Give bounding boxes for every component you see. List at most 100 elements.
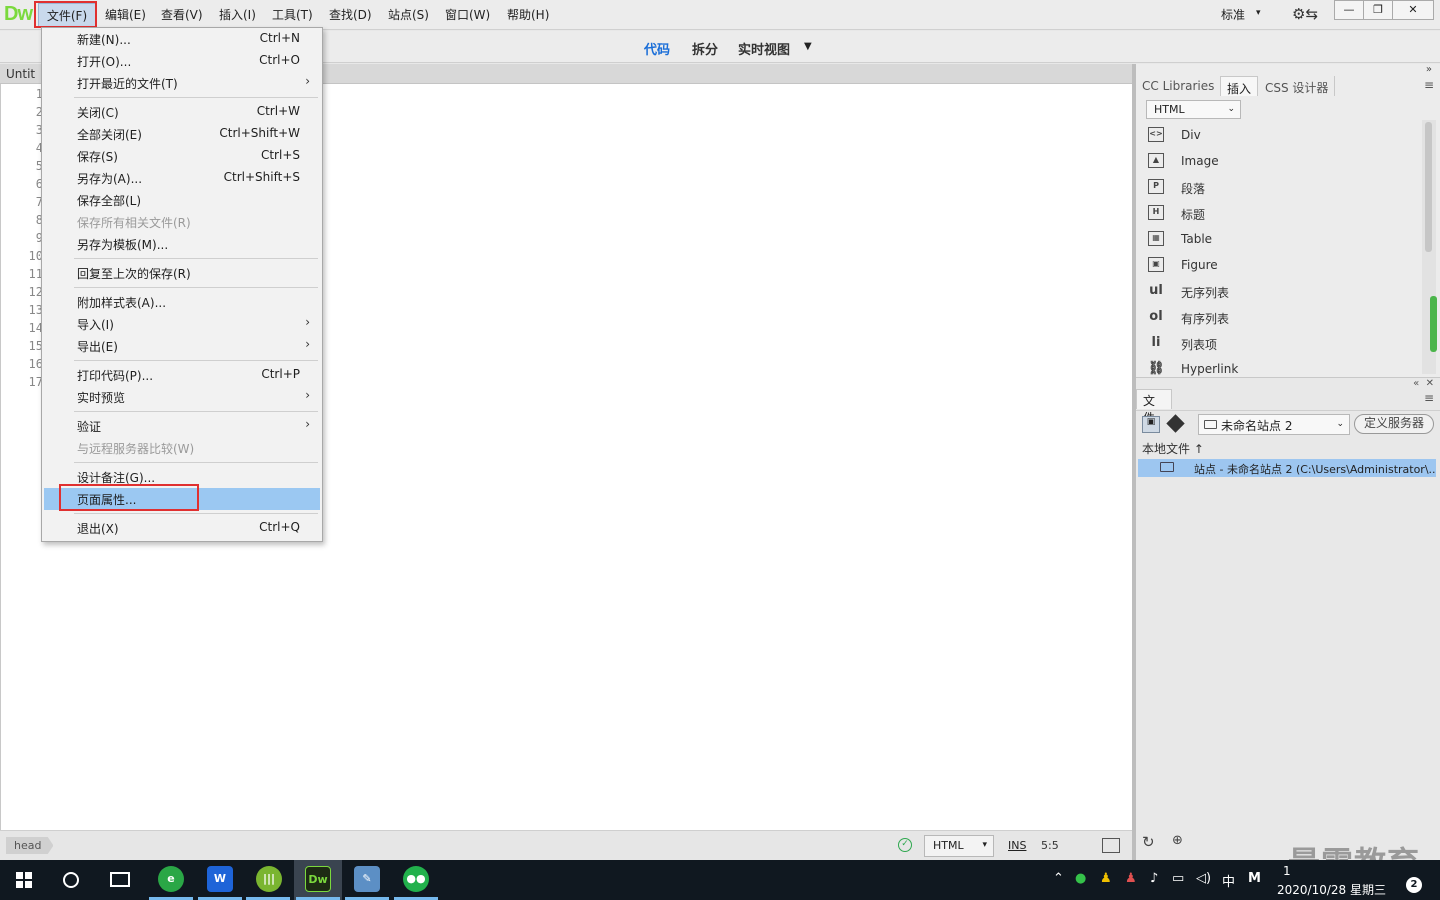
local-files-label[interactable]: 本地文件 ↑ bbox=[1142, 440, 1204, 457]
file-menu-item[interactable]: 退出(X) Ctrl+Q bbox=[44, 517, 320, 539]
file-menu-item[interactable]: 回复至上次的保存(R) bbox=[44, 262, 320, 284]
menu-tools[interactable]: 工具(T) bbox=[272, 6, 313, 23]
site-select[interactable]: 未命名站点 2 ⌄ bbox=[1198, 414, 1350, 435]
qq-tray-icon-2[interactable]: ♟ bbox=[1125, 871, 1137, 886]
insert-item[interactable]: ▲ Image bbox=[1148, 150, 1418, 174]
document-tab[interactable]: Untit bbox=[6, 67, 35, 81]
search-icon[interactable] bbox=[63, 872, 79, 888]
menu-separator bbox=[74, 97, 318, 98]
menu-insert[interactable]: 插入(I) bbox=[219, 6, 256, 23]
volume-icon[interactable]: ◁) bbox=[1196, 871, 1211, 886]
insert-item[interactable]: P 段落 bbox=[1148, 176, 1418, 200]
tab-cc-libraries[interactable]: CC Libraries bbox=[1136, 76, 1222, 96]
file-menu-item[interactable]: 新建(N)... Ctrl+N bbox=[44, 28, 320, 50]
file-menu-item[interactable]: 打印代码(P)... Ctrl+P bbox=[44, 364, 320, 386]
file-menu-item-shortcut: Ctrl+S bbox=[260, 148, 300, 162]
file-menu-item[interactable]: 保存全部(L) bbox=[44, 189, 320, 211]
remote-globe-icon[interactable]: ⊕ bbox=[1172, 833, 1183, 848]
restore-button[interactable]: ❐ bbox=[1363, 0, 1393, 20]
refresh-icon[interactable]: ↻ bbox=[1142, 833, 1155, 851]
sync-settings-icon[interactable]: ⚙⇆ bbox=[1292, 5, 1318, 23]
insert-item-label: 有序列表 bbox=[1181, 312, 1230, 326]
melon-app-icon[interactable]: ||| bbox=[256, 866, 282, 892]
chevron-down-icon[interactable]: ▼ bbox=[804, 41, 812, 52]
notepad-app-icon[interactable]: ✎ bbox=[354, 866, 380, 892]
menu-find[interactable]: 查找(D) bbox=[329, 6, 372, 23]
tab-insert[interactable]: 插入 bbox=[1220, 76, 1259, 96]
connect-server-icon[interactable]: ▣ bbox=[1142, 416, 1160, 433]
file-menu-item-shortcut: Ctrl+W bbox=[256, 104, 300, 118]
windows-start-icon[interactable] bbox=[16, 872, 32, 888]
wechat-app-icon[interactable]: ●● bbox=[403, 866, 429, 892]
file-menu-item-label: 打开(O)... bbox=[77, 55, 132, 69]
menu-edit[interactable]: 编辑(E) bbox=[105, 6, 146, 23]
file-menu-item[interactable]: 另存为(A)... Ctrl+Shift+S bbox=[44, 167, 320, 189]
menu-view[interactable]: 查看(V) bbox=[161, 6, 203, 23]
clock-date[interactable]: 2020/10/28 星期三 bbox=[1277, 881, 1386, 898]
insert-item[interactable]: ▦ Table bbox=[1148, 228, 1418, 252]
insert-panel: » CC Libraries 插入 CSS 设计器 ≡ HTML ⌄ <> Div… bbox=[1136, 64, 1440, 378]
tab-split-view[interactable]: 拆分 bbox=[692, 39, 718, 58]
file-menu-item[interactable]: 关闭(C) Ctrl+W bbox=[44, 101, 320, 123]
collapse-icon[interactable]: » bbox=[1426, 64, 1432, 75]
chevron-up-icon[interactable]: ⌃ bbox=[1053, 871, 1064, 886]
chevron-down-icon: ▾ bbox=[982, 840, 987, 850]
tab-files[interactable]: 文件 bbox=[1136, 389, 1172, 425]
insert-category-select[interactable]: HTML ⌄ bbox=[1146, 100, 1241, 119]
chevron-down-icon: ⌄ bbox=[1227, 104, 1235, 114]
menu-help[interactable]: 帮助(H) bbox=[507, 6, 549, 23]
insert-item[interactable]: li 列表项 bbox=[1148, 332, 1418, 356]
dreamweaver-app-icon[interactable]: Dw bbox=[305, 866, 331, 892]
scrollbar-thumb[interactable] bbox=[1425, 122, 1432, 252]
file-menu-item[interactable]: 附加样式表(A)... bbox=[44, 291, 320, 313]
insert-item[interactable]: ▣ Figure bbox=[1148, 254, 1418, 278]
file-menu-item[interactable]: 另存为模板(M)... bbox=[44, 233, 320, 255]
tab-css-designer[interactable]: CSS 设计器 bbox=[1259, 76, 1336, 96]
insert-mode-indicator[interactable]: INS bbox=[1008, 839, 1026, 852]
browser-app-icon[interactable]: e bbox=[158, 866, 184, 892]
network-icon[interactable]: ▭ bbox=[1172, 871, 1184, 886]
file-menu-item[interactable]: 保存(S) Ctrl+S bbox=[44, 145, 320, 167]
insert-item-label: 标题 bbox=[1181, 208, 1206, 222]
file-menu-item[interactable]: 导入(I) › bbox=[44, 313, 320, 335]
close-button[interactable]: ✕ bbox=[1392, 0, 1434, 20]
insert-item[interactable]: H 标题 bbox=[1148, 202, 1418, 226]
insert-item[interactable]: ul 无序列表 bbox=[1148, 280, 1418, 304]
bell-icon[interactable]: ♪ bbox=[1150, 871, 1158, 886]
define-server-button[interactable]: 定义服务器 bbox=[1354, 414, 1434, 434]
ime-indicator[interactable]: 中 bbox=[1222, 871, 1235, 890]
tag-selector-head[interactable]: head bbox=[6, 837, 54, 854]
file-menu-item[interactable]: 打开最近的文件(T) › bbox=[44, 72, 320, 94]
hyperlink-icon: ⛓ bbox=[1148, 361, 1165, 376]
notification-count-badge[interactable]: 2 bbox=[1406, 877, 1422, 893]
wechat-tray-icon[interactable]: ● bbox=[1075, 871, 1086, 886]
preview-icon[interactable] bbox=[1102, 838, 1120, 853]
tab-code-view[interactable]: 代码 bbox=[644, 39, 670, 58]
document-type-select[interactable]: HTML ▾ bbox=[924, 835, 994, 857]
file-menu-item-label: 保存全部(L) bbox=[77, 194, 142, 208]
panel-menu-icon[interactable]: ≡ bbox=[1424, 78, 1434, 92]
file-tree-row[interactable]: 站点 - 未命名站点 2 (C:\Users\Administrator\... bbox=[1138, 459, 1436, 477]
insert-item[interactable]: <> Div bbox=[1148, 124, 1418, 148]
menu-site[interactable]: 站点(S) bbox=[388, 6, 429, 23]
insert-item[interactable]: ol 有序列表 bbox=[1148, 306, 1418, 330]
clock-time[interactable]: 1 bbox=[1283, 864, 1291, 878]
file-menu-item[interactable]: 实时预览 › bbox=[44, 386, 320, 408]
line-number: 3 bbox=[35, 123, 43, 137]
workspace-switcher[interactable]: 标准 bbox=[1221, 6, 1245, 23]
wps-app-icon[interactable]: W bbox=[207, 866, 233, 892]
task-view-icon[interactable] bbox=[110, 872, 130, 887]
panel-collapse-close-icons[interactable]: « ✕ bbox=[1413, 378, 1434, 389]
tab-live-view[interactable]: 实时视图 bbox=[738, 39, 790, 58]
minimize-button[interactable]: — bbox=[1334, 0, 1364, 20]
qq-tray-icon[interactable]: ♟ bbox=[1100, 871, 1112, 886]
green-resize-handle[interactable] bbox=[1430, 296, 1437, 352]
file-menu-item[interactable]: 全部关闭(E) Ctrl+Shift+W bbox=[44, 123, 320, 145]
git-icon[interactable] bbox=[1166, 414, 1185, 433]
file-menu-item[interactable]: 打开(O)... Ctrl+O bbox=[44, 50, 320, 72]
menu-window[interactable]: 窗口(W) bbox=[445, 6, 490, 23]
file-menu-item[interactable]: 验证 › bbox=[44, 415, 320, 437]
file-menu-item[interactable]: 导出(E) › bbox=[44, 335, 320, 357]
ime-mode-icon[interactable]: M bbox=[1248, 871, 1261, 886]
panel-menu-icon[interactable]: ≡ bbox=[1424, 391, 1434, 405]
